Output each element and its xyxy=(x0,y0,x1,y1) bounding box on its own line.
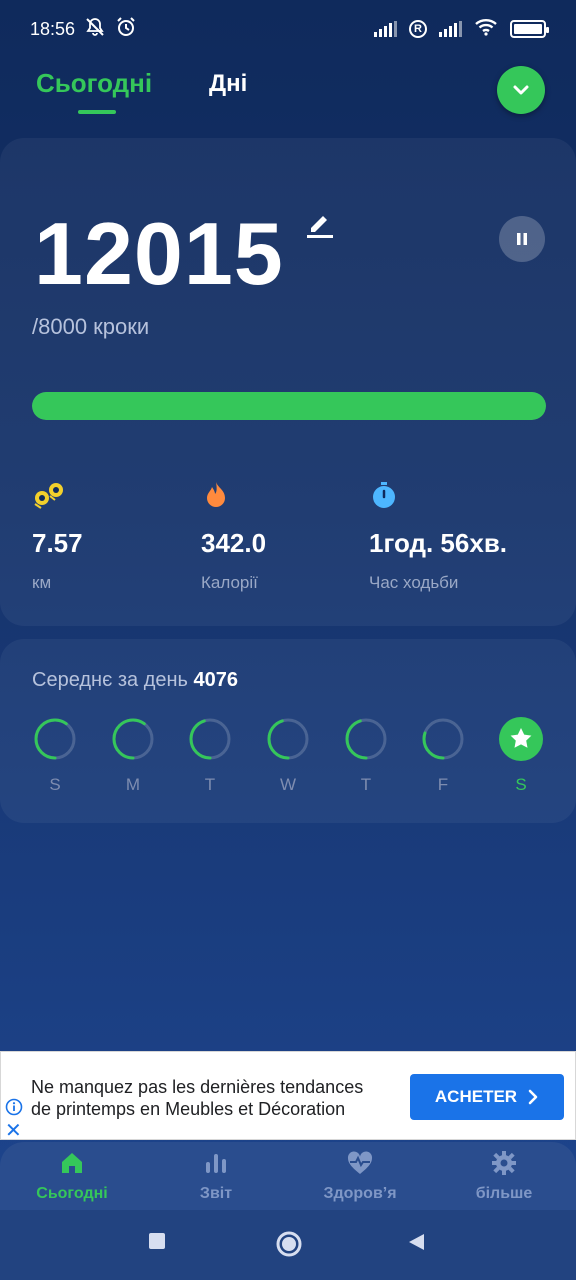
pause-icon xyxy=(517,233,527,245)
steps-progress-bar xyxy=(32,392,546,420)
day-item[interactable]: F xyxy=(421,717,465,795)
tab-days[interactable]: Дні xyxy=(209,70,247,98)
daily-average: Середнє за день 4076 xyxy=(32,669,238,692)
pause-button[interactable] xyxy=(499,216,545,262)
week-days-row: SMTWTFS xyxy=(0,717,576,797)
nav-report[interactable]: Звіт xyxy=(156,1150,276,1203)
tab-today[interactable]: Сьогодні xyxy=(36,68,152,99)
nav-report-label: Звіт xyxy=(199,1185,233,1202)
weekly-card[interactable]: Середнє за день 4076 S M T W T F S xyxy=(0,639,576,823)
status-bar: 18:56 R xyxy=(0,0,576,58)
distance-value: 7.57 xyxy=(32,528,83,558)
nav-more-label: більше xyxy=(475,1185,533,1202)
day-item[interactable]: W xyxy=(266,717,310,795)
daily-average-value: 4076 xyxy=(193,669,239,691)
ad-text: Ne manquez pas les dernières tendances d… xyxy=(31,1076,401,1120)
day-letter: S xyxy=(515,775,527,794)
steps-progress-fill xyxy=(32,392,546,420)
fire-icon xyxy=(201,480,266,510)
home-button[interactable] xyxy=(275,1230,303,1263)
home-icon xyxy=(62,1153,82,1173)
r-badge-icon: R xyxy=(409,20,427,38)
bar-chart-icon xyxy=(206,1154,226,1173)
star-icon xyxy=(499,717,543,761)
triangle-back-icon xyxy=(409,1234,424,1250)
day-letter: T xyxy=(360,775,372,794)
battery-icon xyxy=(510,20,549,38)
gear-icon xyxy=(492,1151,516,1175)
day-item[interactable]: T xyxy=(344,717,388,795)
signal-icon xyxy=(374,21,397,37)
day-letter: W xyxy=(279,775,297,794)
chevron-down-icon xyxy=(513,85,529,95)
day-progress-ring xyxy=(422,718,464,760)
ad-cta-label: ACHETER xyxy=(434,1087,518,1106)
steps-card: 12015 /8000 кроки 7.57 км 342.0 Калорії … xyxy=(0,138,576,626)
day-letter: T xyxy=(204,775,216,794)
chevron-right-icon xyxy=(528,1089,538,1105)
nav-today[interactable]: Сьогодні xyxy=(12,1150,132,1203)
day-item[interactable]: S xyxy=(33,717,77,795)
square-icon xyxy=(149,1233,165,1249)
calories-label: Калорії xyxy=(201,573,258,592)
wifi-icon xyxy=(474,18,498,41)
calories-value: 342.0 xyxy=(201,528,267,558)
distance-icon xyxy=(32,480,83,510)
bottom-nav: Сьогодні Звіт Здоров’я більше xyxy=(0,1142,576,1210)
stopwatch-icon xyxy=(369,480,507,510)
day-progress-ring xyxy=(345,718,387,760)
walking-time-value: 1год. 56хв. xyxy=(369,528,508,558)
back-button[interactable] xyxy=(406,1232,426,1257)
top-tabs: Сьогодні Дні xyxy=(0,58,576,128)
signal-icon xyxy=(439,21,462,37)
chevron-down-button[interactable] xyxy=(497,66,545,114)
day-item[interactable]: T xyxy=(188,717,232,795)
walking-time-label: Час ходьби xyxy=(369,573,459,592)
day-progress-ring xyxy=(267,718,309,760)
system-nav-bar xyxy=(0,1210,576,1280)
stat-walking-time: 1год. 56хв. Час ходьби xyxy=(369,480,507,593)
heart-pulse-icon xyxy=(347,1151,373,1174)
day-item[interactable]: M xyxy=(111,717,155,795)
day-letter: S xyxy=(49,775,61,794)
day-letter: M xyxy=(125,775,141,794)
circle-icon xyxy=(276,1231,302,1257)
day-letter: F xyxy=(437,775,449,794)
alarm-icon xyxy=(115,16,137,43)
day-progress-ring xyxy=(34,718,76,760)
nav-health[interactable]: Здоров’я xyxy=(300,1150,420,1203)
active-tab-indicator xyxy=(78,110,116,114)
ad-close-button[interactable]: ✕ xyxy=(5,1118,22,1143)
ad-banner[interactable]: Ne manquez pas les dernières tendances d… xyxy=(0,1051,576,1143)
steps-goal: /8000 кроки xyxy=(32,314,150,339)
steps-count: 12015 xyxy=(34,204,284,303)
nav-more[interactable]: більше xyxy=(444,1150,564,1203)
ad-cta-button[interactable]: ACHETER xyxy=(410,1074,564,1120)
ad-text-line2: de printemps en Meubles et Décoration xyxy=(31,1099,346,1119)
day-progress-ring xyxy=(189,718,231,760)
stat-calories: 342.0 Калорії xyxy=(201,480,266,593)
nav-today-label: Сьогодні xyxy=(36,1185,108,1202)
edit-icon[interactable] xyxy=(305,208,335,243)
status-time: 18:56 xyxy=(30,18,76,39)
day-progress-ring xyxy=(112,718,154,760)
daily-average-label: Середнє за день xyxy=(32,669,188,691)
day-item[interactable]: S xyxy=(499,717,543,795)
bell-off-icon xyxy=(85,17,105,42)
recents-button[interactable] xyxy=(148,1232,166,1255)
nav-health-label: Здоров’я xyxy=(323,1185,397,1202)
distance-label: км xyxy=(32,573,52,592)
stat-distance: 7.57 км xyxy=(32,480,83,593)
ad-text-line1: Ne manquez pas les dernières tendances xyxy=(31,1077,364,1097)
